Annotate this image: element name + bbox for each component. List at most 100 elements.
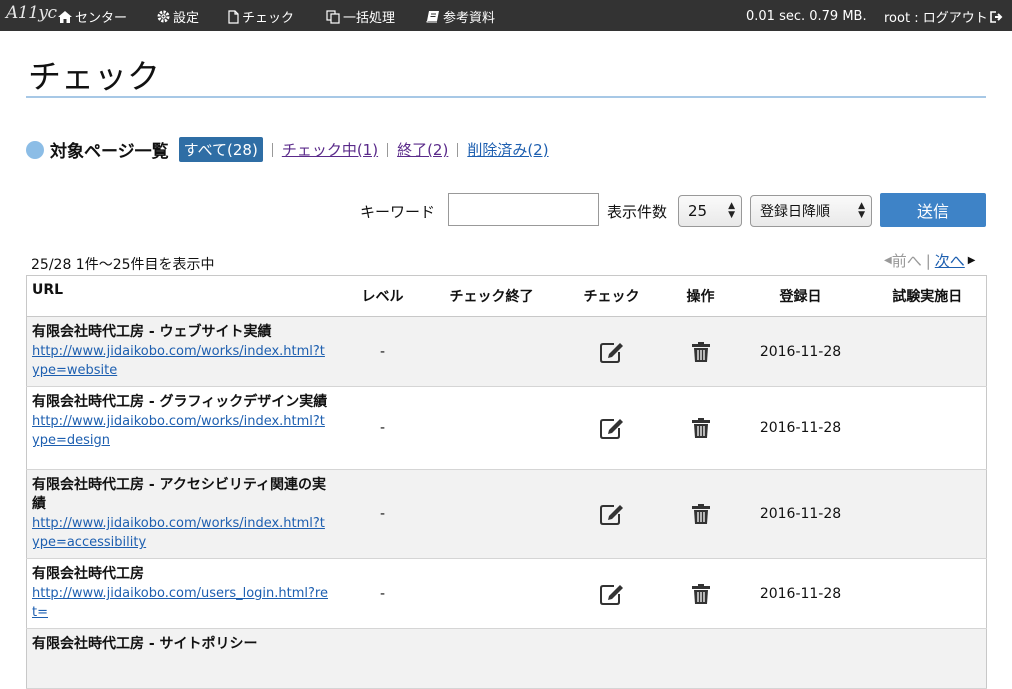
filter-checking[interactable]: チェック中(1) — [282, 139, 378, 160]
col-check: チェック — [554, 275, 669, 317]
pagination: ◀ 前へ | 次へ ▶ — [884, 250, 976, 271]
level-cell: - — [336, 558, 429, 629]
url-cell: 有限会社時代工房 - サイトポリシー — [26, 628, 337, 689]
url-cell: 有限会社時代工房 - アクセシビリティ関連の実績 http://www.jida… — [26, 469, 337, 559]
keyword-label: キーワード — [360, 203, 436, 221]
title-divider — [26, 96, 986, 98]
url-cell: 有限会社時代工房 - ウェブサイト実績 http://www.jidaikobo… — [26, 316, 337, 387]
test-date-cell — [868, 316, 987, 387]
top-navigation-bar: A11yc センター 設定 チェック 一括処理 参考資料 0.01 sec. 0… — [0, 0, 1012, 31]
level-cell: - — [336, 316, 429, 387]
test-date-cell — [868, 469, 987, 559]
nav-reference-label: 参考資料 — [443, 11, 496, 26]
col-operation: 操作 — [668, 275, 733, 317]
trash-icon[interactable] — [691, 583, 710, 605]
edit-icon[interactable] — [599, 583, 624, 605]
registered-date-cell: 2016-11-28 — [732, 386, 869, 470]
test-date-cell — [868, 386, 987, 470]
filter-done[interactable]: 終了(2) — [397, 139, 448, 160]
operation-cell — [668, 386, 733, 470]
filter-all[interactable]: すべて(28) — [178, 137, 263, 162]
check-cell — [554, 386, 669, 470]
nav-settings-label: 設定 — [173, 11, 200, 26]
page-title-text: 有限会社時代工房 - アクセシビリティ関連の実績 — [32, 477, 327, 512]
trash-icon[interactable] — [691, 341, 710, 363]
sign-out-icon — [989, 10, 1003, 23]
table-row: 有限会社時代工房 - グラフィックデザイン実績 http://www.jidai… — [26, 386, 987, 470]
page-url-link[interactable]: http://www.jidaikobo.com/users_login.htm… — [32, 584, 333, 622]
filter-deleted[interactable]: 削除済み(2) — [467, 139, 548, 160]
operation-cell — [668, 628, 733, 689]
page-title-text: 有限会社時代工房 — [32, 566, 144, 582]
result-count: 25/28 1件〜25件目を表示中 — [31, 257, 215, 273]
count-label: 表示件数 — [607, 203, 668, 221]
check-finished-cell — [428, 316, 555, 387]
nav-bulk-label: 一括処理 — [343, 11, 396, 26]
page-title-text: 有限会社時代工房 - グラフィックデザイン実績 — [32, 394, 328, 410]
operation-cell — [668, 316, 733, 387]
edit-icon[interactable] — [599, 417, 624, 439]
table-row: 有限会社時代工房 - ウェブサイト実績 http://www.jidaikobo… — [26, 316, 987, 387]
check-cell — [554, 628, 669, 689]
check-cell — [554, 316, 669, 387]
test-date-cell — [868, 628, 987, 689]
check-finished-cell — [428, 628, 555, 689]
level-cell — [336, 628, 429, 689]
prev-page: 前へ — [891, 252, 922, 270]
registered-date-cell — [732, 628, 869, 689]
check-cell — [554, 558, 669, 629]
nav-settings[interactable]: 設定 — [157, 7, 199, 26]
nav-bulk[interactable]: 一括処理 — [326, 7, 395, 26]
col-url: URL — [26, 275, 337, 317]
filter-separator — [457, 142, 459, 157]
col-test-date: 試験実施日 — [868, 275, 987, 317]
filter-separator — [271, 142, 273, 157]
submit-button[interactable]: 送信 — [880, 193, 986, 227]
nav-check[interactable]: チェック — [228, 7, 294, 26]
edit-icon[interactable] — [599, 503, 624, 525]
select-arrows-icon: ▲ ▼ — [728, 201, 735, 220]
file-icon — [228, 9, 239, 24]
col-check-finished: チェック終了 — [428, 275, 555, 317]
pages-table: URL レベル チェック終了 チェック 操作 登録日 試験実施日 有限会社時代工… — [26, 275, 987, 689]
nav-center[interactable]: センター — [58, 7, 127, 26]
test-date-cell — [868, 558, 987, 629]
url-cell: 有限会社時代工房 - グラフィックデザイン実績 http://www.jidai… — [26, 386, 337, 470]
order-select[interactable]: 登録日降順 ▲ ▼ — [750, 195, 872, 227]
next-page[interactable]: 次へ — [935, 250, 965, 271]
nav-check-label: チェック — [242, 11, 295, 26]
logout-link[interactable]: root : ログアウト — [884, 7, 1004, 26]
select-arrows-icon: ▲ ▼ — [858, 201, 865, 220]
page-url-link[interactable]: http://www.jidaikobo.com/works/index.htm… — [32, 412, 333, 450]
page-url-link[interactable]: http://www.jidaikobo.com/works/index.htm… — [32, 342, 333, 380]
check-cell — [554, 469, 669, 559]
check-finished-cell — [428, 386, 555, 470]
page-url-link[interactable]: http://www.jidaikobo.com/works/index.htm… — [32, 514, 333, 552]
page-title-text: 有限会社時代工房 - サイトポリシー — [32, 636, 258, 652]
count-select-value: 25 — [688, 202, 708, 220]
gear-icon — [157, 10, 170, 23]
check-finished-cell — [428, 469, 555, 559]
trash-icon[interactable] — [691, 417, 710, 439]
keyword-input[interactable] — [448, 193, 599, 226]
filter-separator — [387, 142, 389, 157]
pager-separator: | — [925, 251, 931, 270]
edit-icon[interactable] — [599, 341, 624, 363]
table-row: 有限会社時代工房 http://www.jidaikobo.com/users_… — [26, 558, 987, 629]
operation-cell — [668, 558, 733, 629]
page-title-text: 有限会社時代工房 - ウェブサイト実績 — [32, 324, 272, 340]
registered-date-cell: 2016-11-28 — [732, 558, 869, 629]
performance-stats: 0.01 sec. 0.79 MB. — [746, 9, 867, 24]
home-icon — [58, 10, 72, 23]
operation-cell — [668, 469, 733, 559]
registered-date-cell: 2016-11-28 — [732, 469, 869, 559]
count-select[interactable]: 25 ▲ ▼ — [678, 195, 742, 227]
copy-icon — [326, 9, 340, 24]
nav-reference[interactable]: 参考資料 — [426, 7, 495, 26]
app-logo[interactable]: A11yc — [6, 3, 57, 23]
book-icon — [426, 11, 439, 23]
trash-icon[interactable] — [691, 503, 710, 525]
prev-arrow-icon: ◀ — [884, 255, 892, 266]
level-cell: - — [336, 469, 429, 559]
next-arrow-icon: ▶ — [967, 255, 976, 266]
